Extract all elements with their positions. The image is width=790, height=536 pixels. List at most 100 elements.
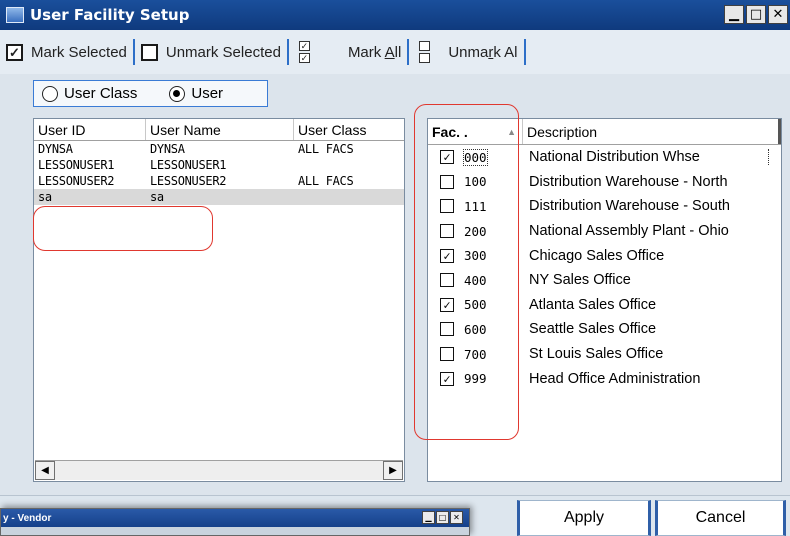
facility-code-cell: 700: [428, 347, 523, 362]
minimize-button[interactable]: ▁: [422, 511, 435, 524]
facility-description: Seattle Sales Office: [529, 321, 657, 338]
user-row[interactable]: LESSONUSER2 LESSONUSER2 ALL FACS: [34, 173, 404, 189]
mark-selected-button[interactable]: ✓ Mark Selected: [6, 30, 127, 74]
scroll-left-icon[interactable]: ◀: [35, 461, 55, 480]
facility-row[interactable]: 111 Distribution Warehouse - South: [428, 194, 781, 219]
facility-code: 000: [463, 148, 488, 166]
checkbox-icon[interactable]: [440, 224, 454, 239]
facility-code: 400: [464, 272, 487, 288]
close-button[interactable]: ✕: [450, 511, 463, 524]
facility-row[interactable]: 100 Distribution Warehouse - North: [428, 170, 781, 195]
user-row[interactable]: LESSONUSER1 LESSONUSER1: [34, 157, 404, 173]
mark-all-icon: ✓ ✓: [298, 41, 310, 63]
column-user-id[interactable]: User ID: [34, 119, 146, 140]
user-id-cell: LESSONUSER1: [38, 158, 115, 172]
facility-row[interactable]: ✓ 000 National Distribution Whse: [428, 145, 781, 170]
scroll-track[interactable]: [55, 461, 383, 480]
facility-description: Atlanta Sales Office: [529, 296, 657, 313]
maximize-button[interactable]: □: [436, 511, 449, 524]
user-class-cell: ALL FACS: [298, 142, 354, 156]
user-class-cell: ALL FACS: [298, 174, 354, 188]
checked-box-icon[interactable]: ✓: [440, 297, 454, 312]
toolbar-separator: [286, 39, 289, 65]
checked-box-icon[interactable]: ✓: [440, 248, 454, 263]
facility-code-cell: ✓ 300: [428, 248, 523, 263]
facility-row[interactable]: 400 NY Sales Office: [428, 268, 781, 293]
user-list[interactable]: User ID User Name User Class DYNSA DYNSA…: [33, 118, 405, 482]
radio-user-class-label: User Class: [64, 85, 138, 102]
user-row[interactable]: DYNSA DYNSA ALL FACS: [34, 141, 404, 157]
unmark-selected-button[interactable]: Unmark Selected: [140, 30, 281, 74]
facility-code: 300: [464, 248, 487, 264]
facility-description: St Louis Sales Office: [529, 346, 664, 363]
checked-box-icon[interactable]: ✓: [440, 371, 454, 386]
unmark-all-button[interactable]: Unmark Al: [419, 30, 518, 74]
facility-description: NY Sales Office: [529, 272, 631, 289]
checkbox-icon[interactable]: [440, 347, 454, 362]
cancel-button[interactable]: Cancel: [655, 500, 786, 536]
column-user-name[interactable]: User Name: [146, 119, 294, 140]
facility-code: 700: [464, 346, 487, 362]
unmark-all-label: Unmark Al: [448, 43, 518, 61]
checkbox-icon[interactable]: [440, 174, 454, 189]
facility-list-header: Fac. . ▲ Description: [428, 119, 781, 145]
facility-row[interactable]: 200 National Assembly Plant - Ohio: [428, 219, 781, 244]
user-name-cell: LESSONUSER1: [150, 158, 227, 172]
title-bar[interactable]: User Facility Setup ▁ □ ✕: [0, 0, 790, 30]
facility-description: Chicago Sales Office: [529, 247, 665, 264]
background-window-title: y - Vendor: [1, 509, 469, 527]
column-description[interactable]: Description: [523, 119, 781, 144]
facility-description: National Distribution Whse: [523, 149, 769, 166]
facility-code-cell: ✓ 999: [428, 371, 523, 386]
column-user-class[interactable]: User Class: [294, 119, 404, 140]
checkbox-icon[interactable]: [440, 322, 454, 337]
radio-button-selected-icon: [169, 85, 186, 102]
scroll-right-icon[interactable]: ▶: [383, 461, 403, 480]
checked-box-icon: ✓: [6, 43, 23, 61]
radio-button-icon: [42, 85, 58, 102]
unmark-all-icon: [419, 41, 431, 63]
user-name-cell: DYNSA: [150, 142, 185, 156]
facility-row[interactable]: ✓ 300 Chicago Sales Office: [428, 243, 781, 268]
user-row-selected[interactable]: sa sa: [34, 189, 404, 205]
checked-box-icon[interactable]: ✓: [440, 150, 454, 165]
radio-user-label: User: [191, 85, 224, 102]
facility-row[interactable]: 700 St Louis Sales Office: [428, 342, 781, 367]
facility-description: Distribution Warehouse - South: [529, 198, 730, 215]
close-button[interactable]: ✕: [768, 5, 788, 24]
facility-code: 111: [464, 198, 487, 214]
facility-code: 100: [464, 174, 487, 190]
facility-code: 500: [464, 297, 487, 313]
facility-list[interactable]: Fac. . ▲ Description ✓ 000 National Distri…: [427, 118, 782, 482]
toolbar-separator: [523, 39, 526, 65]
apply-button[interactable]: Apply: [517, 500, 651, 536]
column-facility[interactable]: Fac. . ▲: [428, 119, 523, 144]
window-controls: ▁ □ ✕: [724, 5, 788, 24]
checkbox-icon[interactable]: [440, 273, 454, 288]
user-id-cell: DYNSA: [38, 142, 73, 156]
facility-code-cell: 400: [428, 273, 523, 288]
minimize-button[interactable]: ▁: [724, 5, 744, 24]
maximize-button[interactable]: □: [746, 5, 766, 24]
user-facility-setup-window: User Facility Setup ▁ □ ✕ ✓ Mark Selecte…: [0, 0, 790, 536]
facility-row[interactable]: ✓ 999 Head Office Administration: [428, 366, 781, 391]
facility-code-cell: 111: [428, 199, 523, 214]
mark-all-label: Mark All: [347, 43, 402, 61]
facility-code-cell: 600: [428, 322, 523, 337]
facility-description: Distribution Warehouse - North: [529, 173, 728, 190]
facility-code-cell: 100: [428, 174, 523, 189]
radio-user-class[interactable]: User Class: [42, 85, 137, 102]
user-list-header: User ID User Name User Class: [34, 119, 404, 141]
background-window-controls: ▁ □ ✕: [422, 511, 463, 524]
horizontal-scrollbar[interactable]: ◀ ▶: [35, 460, 403, 480]
toolbar-separator: [407, 39, 410, 65]
facility-row[interactable]: 600 Seattle Sales Office: [428, 317, 781, 342]
column-facility-label: Fac. .: [432, 123, 468, 140]
checkbox-icon[interactable]: [440, 199, 454, 214]
background-vendor-window[interactable]: y - Vendor ▁ □ ✕: [0, 508, 470, 536]
toolbar-separator: [132, 39, 135, 65]
facility-code: 600: [464, 321, 487, 337]
facility-row[interactable]: ✓ 500 Atlanta Sales Office: [428, 293, 781, 318]
mark-all-button[interactable]: ✓ ✓ Mark All: [298, 30, 402, 74]
radio-user[interactable]: User: [169, 85, 223, 102]
